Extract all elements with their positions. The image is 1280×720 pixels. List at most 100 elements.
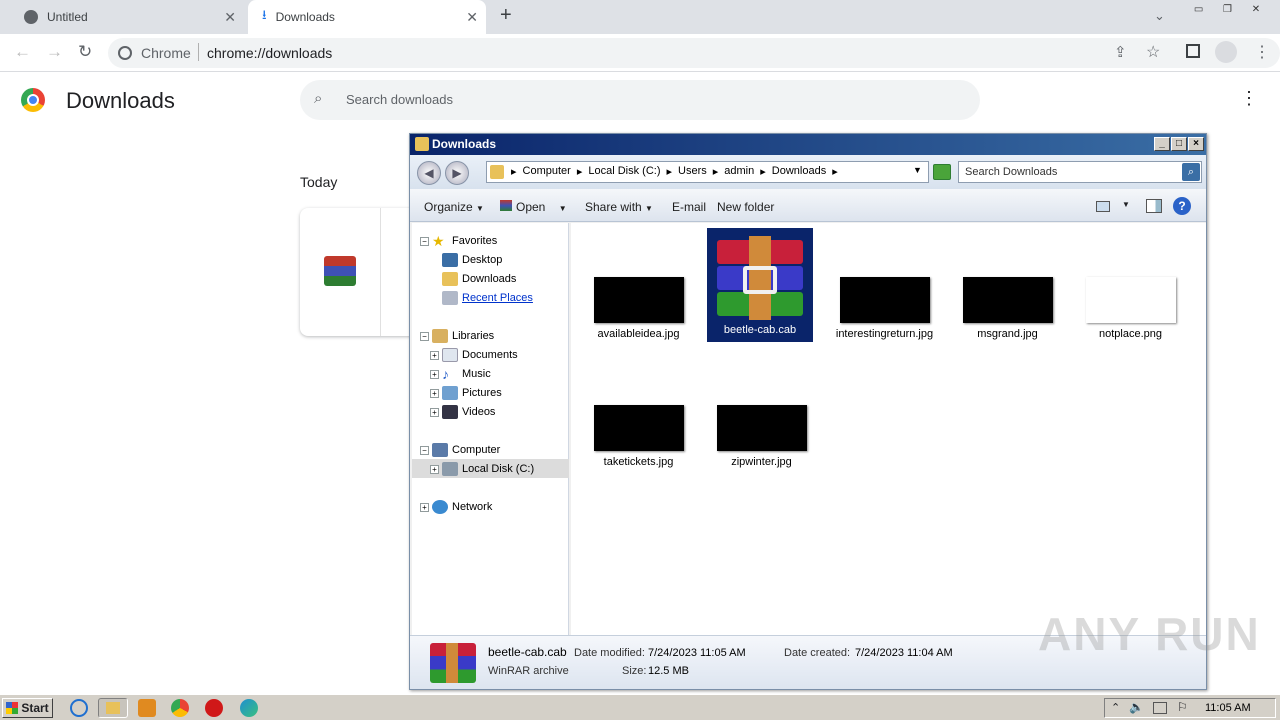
- collapse-favorites-icon[interactable]: −: [420, 237, 429, 246]
- breadcrumb-arrow-icon[interactable]: ▸: [832, 165, 838, 178]
- volume-icon[interactable]: 🔈: [1129, 700, 1144, 714]
- minimize-icon[interactable]: ▭: [1194, 4, 1203, 18]
- search-downloads-input[interactable]: Search Downloads ⌕: [958, 161, 1202, 183]
- omnibox-url[interactable]: chrome://downloads: [207, 45, 332, 61]
- page-menu-icon[interactable]: ⋮: [1240, 88, 1258, 109]
- flag-icon[interactable]: ⚐: [1177, 700, 1188, 714]
- refresh-icon[interactable]: [933, 164, 951, 180]
- file-item[interactable]: availableidea.jpg: [586, 277, 691, 341]
- expand-pictures-icon[interactable]: +: [430, 389, 439, 398]
- nav-desktop[interactable]: Desktop: [442, 251, 502, 269]
- maximize-button[interactable]: □: [1171, 137, 1187, 151]
- breadcrumb-arrow-icon[interactable]: ▸: [577, 165, 583, 178]
- preview-pane-icon[interactable]: [1146, 199, 1162, 213]
- expand-network-icon[interactable]: +: [420, 503, 429, 512]
- forward-button[interactable]: ▶: [445, 161, 469, 185]
- back-icon[interactable]: ←: [14, 42, 31, 62]
- nav-pictures[interactable]: Pictures: [442, 384, 502, 402]
- search-downloads-field[interactable]: ⌕ Search downloads: [300, 80, 980, 120]
- start-button[interactable]: Start: [2, 698, 53, 718]
- ie-icon[interactable]: [70, 699, 88, 717]
- window-controls[interactable]: ▭ ❐ ✕: [1184, 4, 1270, 18]
- breadcrumb-arrow-icon[interactable]: ▸: [666, 165, 672, 178]
- breadcrumb-arrow-icon[interactable]: ▸: [760, 165, 766, 178]
- open-button[interactable]: Open ▼: [500, 200, 567, 214]
- breadcrumb-computer[interactable]: Computer: [523, 165, 571, 178]
- nav-videos[interactable]: Videos: [442, 403, 495, 421]
- nav-favorites[interactable]: ★ Favorites: [432, 232, 497, 250]
- view-dropdown-icon[interactable]: ▼: [1122, 200, 1130, 209]
- tab-search-icon[interactable]: ⌄: [1154, 8, 1165, 24]
- profile-avatar[interactable]: [1215, 41, 1237, 63]
- tab-untitled[interactable]: Untitled ✕: [8, 0, 244, 34]
- image-thumbnail: [962, 277, 1053, 323]
- forward-icon[interactable]: →: [46, 42, 63, 62]
- omnibox-site: Chrome: [141, 45, 191, 61]
- breadcrumb-local-disk[interactable]: Local Disk (C:): [588, 165, 660, 178]
- organize-button[interactable]: Organize ▼: [424, 200, 484, 214]
- share-icon[interactable]: ⇪: [1114, 43, 1127, 61]
- nav-documents[interactable]: Documents: [442, 346, 518, 364]
- minimize-button[interactable]: _: [1154, 137, 1170, 151]
- help-icon[interactable]: ?: [1173, 197, 1191, 215]
- email-button[interactable]: E-mail: [672, 200, 706, 214]
- file-item[interactable]: msgrand.jpg: [955, 277, 1060, 341]
- close-button[interactable]: ×: [1188, 137, 1204, 151]
- image-thumbnail: [716, 405, 807, 451]
- explorer-titlebar[interactable]: Downloads _ □ ×: [410, 134, 1206, 155]
- nav-computer[interactable]: Computer: [432, 441, 500, 459]
- bookmark-star-icon[interactable]: ☆: [1146, 42, 1160, 62]
- expand-videos-icon[interactable]: +: [430, 408, 439, 417]
- nav-libraries[interactable]: Libraries: [432, 327, 494, 345]
- watermark-logo: ANY RUN: [1038, 608, 1261, 660]
- nav-recent-places[interactable]: Recent Places: [442, 289, 533, 307]
- expand-music-icon[interactable]: +: [430, 370, 439, 379]
- breadcrumb-admin[interactable]: admin: [724, 165, 754, 178]
- close-window-icon[interactable]: ✕: [1252, 4, 1260, 18]
- file-item[interactable]: notplace.png: [1078, 277, 1183, 341]
- nav-network[interactable]: Network: [432, 498, 492, 516]
- expand-local-disk-icon[interactable]: +: [430, 465, 439, 474]
- chrome-menu-icon[interactable]: ⋮: [1254, 42, 1270, 62]
- nav-music[interactable]: ♪ Music: [442, 365, 491, 383]
- breadcrumb-arrow-icon[interactable]: ▸: [511, 165, 517, 178]
- tray-expand-icon[interactable]: ⌃: [1111, 701, 1120, 714]
- nav-downloads[interactable]: Downloads: [442, 270, 516, 288]
- chrome-taskbar-icon[interactable]: [171, 699, 189, 717]
- file-item[interactable]: zipwinter.jpg: [709, 405, 814, 469]
- nav-recent-places-label: Recent Places: [462, 292, 533, 304]
- search-icon[interactable]: ⌕: [1182, 163, 1200, 181]
- opera-icon[interactable]: [205, 699, 223, 717]
- breadcrumb-arrow-icon[interactable]: ▸: [713, 165, 719, 178]
- change-view-icon[interactable]: [1096, 201, 1110, 212]
- nav-local-disk[interactable]: Local Disk (C:): [442, 460, 534, 478]
- restore-icon[interactable]: ❐: [1223, 4, 1232, 18]
- close-tab-icon[interactable]: ✕: [224, 9, 236, 26]
- reload-icon[interactable]: ↻: [78, 42, 92, 62]
- back-button[interactable]: ◀: [417, 161, 441, 185]
- collapse-computer-icon[interactable]: −: [420, 446, 429, 455]
- media-player-icon[interactable]: [138, 699, 156, 717]
- omnibox[interactable]: Chrome chrome://downloads ⇪ ☆: [108, 38, 1280, 68]
- share-with-button[interactable]: Share with ▼: [585, 200, 653, 214]
- breadcrumb-users[interactable]: Users: [678, 165, 707, 178]
- file-item-selected[interactable]: beetle-cab.cab: [707, 228, 813, 342]
- clock[interactable]: 11:05 AM: [1205, 702, 1251, 714]
- network-tray-icon[interactable]: [1153, 702, 1167, 714]
- file-item[interactable]: taketickets.jpg: [586, 405, 691, 469]
- new-tab-button[interactable]: +: [500, 4, 512, 27]
- section-today: Today: [300, 174, 338, 190]
- breadcrumb-downloads[interactable]: Downloads: [772, 165, 826, 178]
- tab-downloads[interactable]: ⭳ Downloads ✕: [248, 0, 486, 34]
- address-history-dropdown-icon[interactable]: ▼: [913, 165, 922, 175]
- system-tray: ⌃ 🔈 ⚐ 11:05 AM: [1104, 698, 1276, 718]
- close-tab-icon[interactable]: ✕: [466, 9, 478, 26]
- new-folder-button[interactable]: New folder: [717, 200, 774, 214]
- expand-documents-icon[interactable]: +: [430, 351, 439, 360]
- file-item[interactable]: interestingreturn.jpg: [832, 277, 937, 341]
- side-panel-icon[interactable]: [1186, 44, 1200, 58]
- collapse-libraries-icon[interactable]: −: [420, 332, 429, 341]
- explorer-taskbar-button[interactable]: [98, 698, 128, 718]
- address-bar[interactable]: ▸ Computer ▸ Local Disk (C:) ▸ Users ▸ admi…: [486, 161, 929, 183]
- edge-icon[interactable]: [240, 699, 258, 717]
